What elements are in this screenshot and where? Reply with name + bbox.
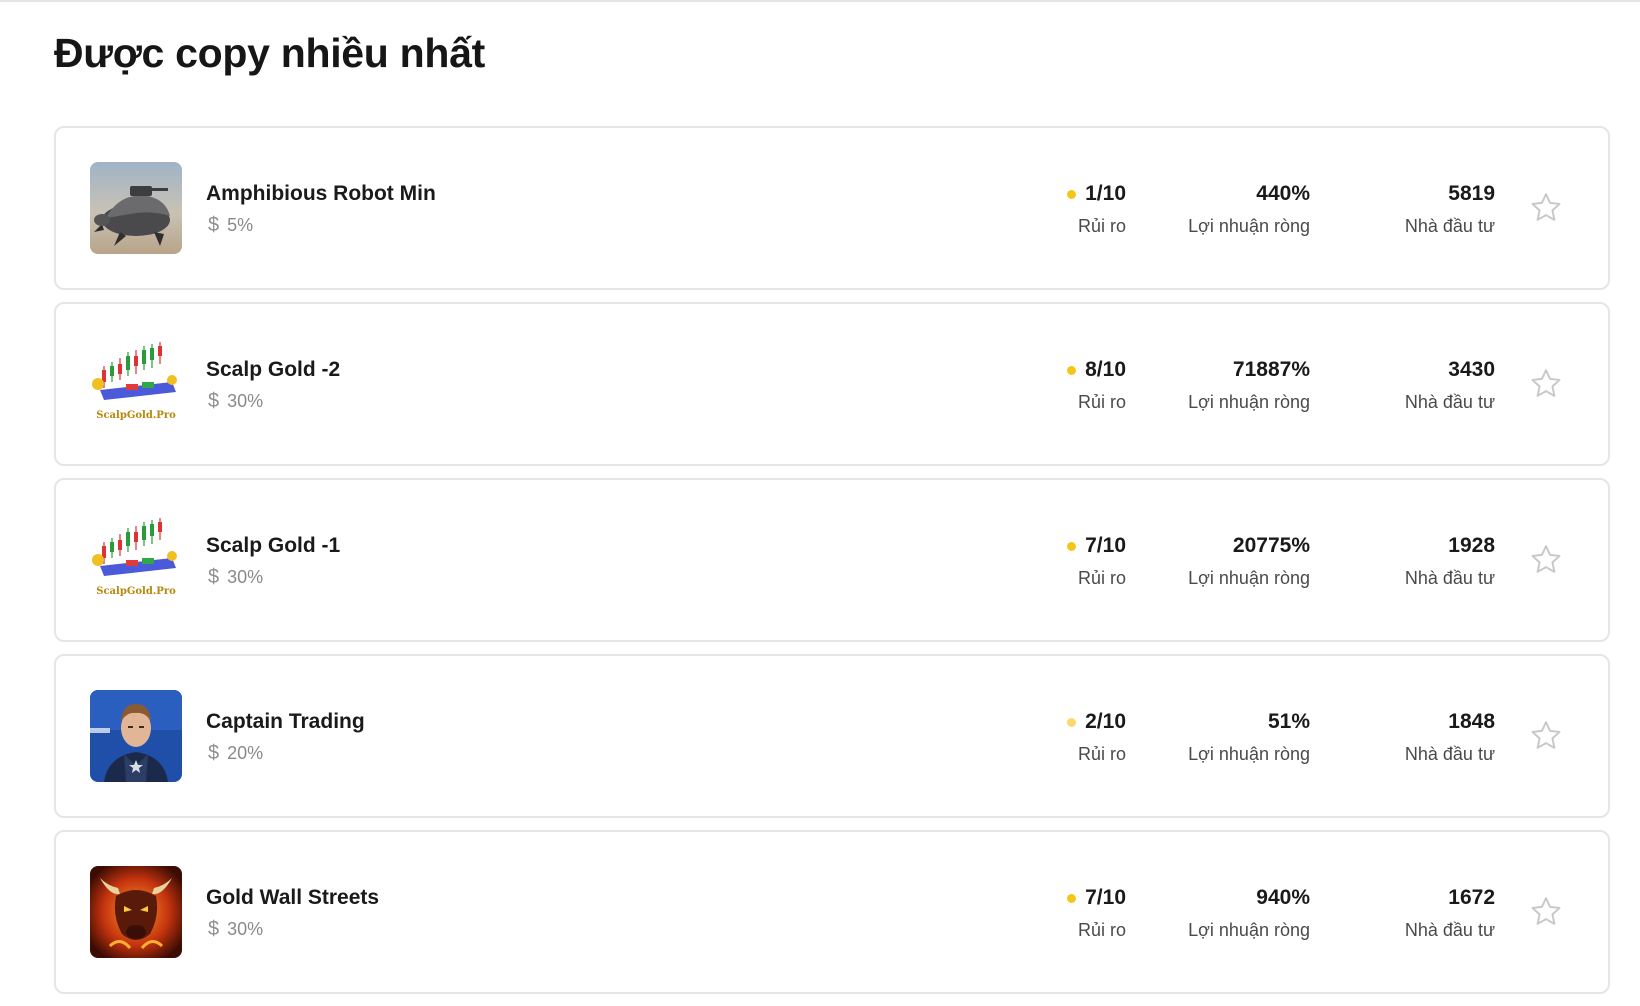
profit-value: 20775% [1232, 534, 1310, 557]
investors-stat: 1928 Nhà đầu tư [1405, 534, 1495, 589]
trader-name[interactable]: Scalp Gold -1 [206, 534, 340, 558]
trader-avatar[interactable] [90, 866, 182, 958]
profit-share-fee: $ 5% [208, 214, 253, 237]
profit-stat: 51% Lợi nhuận ròng [1188, 710, 1310, 765]
investors-label: Nhà đầu tư [1404, 744, 1495, 764]
trader-avatar[interactable]: ScalpGold.Pro [90, 514, 182, 606]
fee-value: 30% [227, 567, 264, 587]
risk-stat: 7/10 Rủi ro [1067, 534, 1126, 589]
profit-label: Lợi nhuận ròng [1188, 568, 1310, 588]
dollar-icon: $ [208, 742, 220, 764]
favorite-star-icon[interactable] [1528, 542, 1564, 578]
risk-stat: 2/10 Rủi ro [1067, 710, 1126, 765]
fire-bull-image [90, 866, 182, 958]
trader-card[interactable]: ScalpGold.Pro Scalp Gold -1 $ 30% 7/10 R… [54, 478, 1610, 642]
profit-stat: 20775% Lợi nhuận ròng [1188, 534, 1310, 589]
risk-value: 1/10 [1085, 182, 1126, 205]
favorite-star-icon[interactable] [1528, 190, 1564, 226]
trader-card[interactable]: Gold Wall Streets $ 30% 7/10 Rủi ro 940%… [54, 830, 1610, 994]
trader-name[interactable]: Gold Wall Streets [206, 886, 379, 910]
trader-avatar[interactable] [90, 162, 182, 254]
profit-value: 51% [1267, 710, 1310, 733]
risk-label: Rủi ro [1077, 392, 1126, 412]
risk-stat: 8/10 Rủi ro [1067, 358, 1126, 413]
captain-portrait-image [90, 690, 182, 782]
investors-label: Nhà đầu tư [1404, 920, 1495, 940]
dollar-icon: $ [208, 566, 220, 588]
trader-avatar[interactable]: ScalpGold.Pro [90, 338, 182, 430]
trader-card[interactable]: Captain Trading $ 20% 2/10 Rủi ro 51% Lợ… [54, 654, 1610, 818]
svg-text:ScalpGold.Pro: ScalpGold.Pro [96, 410, 176, 421]
investors-value: 5819 [1448, 182, 1495, 205]
dollar-icon: $ [208, 214, 220, 236]
dollar-icon: $ [208, 918, 220, 940]
risk-dot-icon [1067, 365, 1077, 375]
favorite-star-icon[interactable] [1528, 366, 1564, 402]
risk-dot-icon [1067, 541, 1077, 551]
profit-value: 71887% [1232, 358, 1310, 381]
investors-value: 1672 [1448, 886, 1495, 909]
robot-turtle-image [90, 162, 182, 254]
investors-label: Nhà đầu tư [1404, 216, 1495, 236]
investors-value: 1928 [1448, 534, 1495, 557]
trader-card[interactable]: ScalpGold.Pro Scalp Gold -2 $ 30% 8/10 R… [54, 302, 1610, 466]
investors-label: Nhà đầu tư [1404, 568, 1495, 588]
risk-dot-icon [1067, 893, 1077, 903]
trader-name[interactable]: Amphibious Robot Min [206, 182, 436, 206]
risk-label: Rủi ro [1077, 744, 1126, 764]
risk-label: Rủi ro [1077, 920, 1126, 940]
trader-list: Amphibious Robot Min $ 5% 1/10 Rủi ro 44… [54, 126, 1610, 1006]
profit-stat: 940% Lợi nhuận ròng [1188, 886, 1310, 941]
profit-share-fee: $ 30% [208, 566, 263, 589]
profit-label: Lợi nhuận ròng [1188, 920, 1310, 940]
trader-avatar[interactable] [90, 690, 182, 782]
trader-name[interactable]: Captain Trading [206, 710, 365, 734]
fee-value: 20% [227, 743, 264, 763]
risk-value: 8/10 [1085, 358, 1126, 381]
risk-dot-icon [1067, 717, 1077, 727]
svg-text:ScalpGold.Pro: ScalpGold.Pro [96, 586, 176, 597]
investors-value: 1848 [1448, 710, 1495, 733]
risk-label: Rủi ro [1077, 568, 1126, 588]
risk-dot-icon [1067, 189, 1077, 199]
profit-label: Lợi nhuận ròng [1188, 216, 1310, 236]
scalpgold-logo: ScalpGold.Pro [90, 338, 182, 430]
risk-value: 2/10 [1085, 710, 1126, 733]
trader-name[interactable]: Scalp Gold -2 [206, 358, 340, 382]
profit-value: 940% [1256, 886, 1310, 909]
risk-stat: 1/10 Rủi ro [1067, 182, 1126, 237]
profit-label: Lợi nhuận ròng [1188, 744, 1310, 764]
investors-stat: 1672 Nhà đầu tư [1405, 886, 1495, 941]
profit-share-fee: $ 30% [208, 918, 263, 941]
dollar-icon: $ [208, 390, 220, 412]
favorite-star-icon[interactable] [1528, 894, 1564, 930]
risk-label: Rủi ro [1077, 216, 1126, 236]
fee-value: 5% [227, 215, 254, 235]
profit-share-fee: $ 20% [208, 742, 263, 765]
profit-share-fee: $ 30% [208, 390, 263, 413]
profit-stat: 440% Lợi nhuận ròng [1188, 182, 1310, 237]
risk-value: 7/10 [1085, 886, 1126, 909]
risk-stat: 7/10 Rủi ro [1067, 886, 1126, 941]
favorite-star-icon[interactable] [1528, 718, 1564, 754]
investors-stat: 5819 Nhà đầu tư [1405, 182, 1495, 237]
risk-value: 7/10 [1085, 534, 1126, 557]
top-divider [0, 0, 1640, 2]
trader-card[interactable]: Amphibious Robot Min $ 5% 1/10 Rủi ro 44… [54, 126, 1610, 290]
scalpgold-logo: ScalpGold.Pro [90, 514, 182, 606]
fee-value: 30% [227, 919, 264, 939]
investors-value: 3430 [1448, 358, 1495, 381]
fee-value: 30% [227, 391, 264, 411]
page-title: Được copy nhiều nhất [54, 30, 485, 76]
profit-stat: 71887% Lợi nhuận ròng [1188, 358, 1310, 413]
profit-label: Lợi nhuận ròng [1188, 392, 1310, 412]
profit-value: 440% [1256, 182, 1310, 205]
investors-label: Nhà đầu tư [1404, 392, 1495, 412]
investors-stat: 3430 Nhà đầu tư [1405, 358, 1495, 413]
investors-stat: 1848 Nhà đầu tư [1405, 710, 1495, 765]
